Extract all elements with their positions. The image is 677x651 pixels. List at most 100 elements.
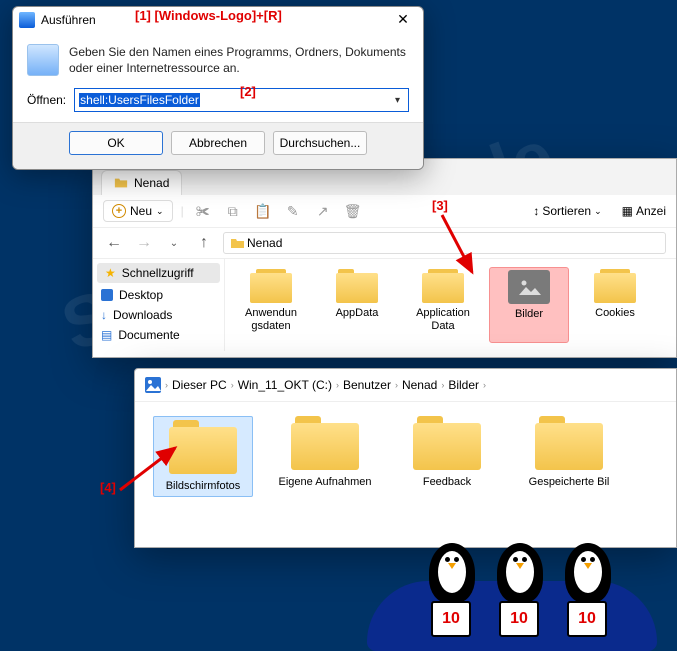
sort-button[interactable]: ↕ Sortieren ⌄	[533, 204, 601, 218]
folder-icon	[114, 176, 128, 190]
folder-item-cookies[interactable]: Cookies	[575, 267, 655, 343]
run-title-text: Ausführen	[41, 13, 96, 27]
up-button[interactable]: ↑	[193, 234, 215, 252]
chevron-right-icon: ›	[165, 380, 168, 390]
sidebar-item-label: Documente	[118, 328, 179, 342]
browse-button[interactable]: Durchsuchen...	[273, 131, 367, 155]
penguin-judges: 10 10 10	[423, 543, 617, 633]
folder-icon	[535, 416, 603, 470]
toolbar: + Neu ⌄ | ✀ ⧉ 📋 ✎ ↗ 🗑 ↕ Sortieren ⌄ ▦ An…	[93, 195, 676, 228]
file-label: Gespeicherte Bil	[519, 476, 619, 489]
forward-button[interactable]: →	[133, 234, 155, 252]
score-card: 10	[499, 601, 539, 637]
chevron-down-icon: ⌄	[594, 206, 602, 217]
chevron-right-icon: ›	[395, 380, 398, 390]
score-card: 10	[431, 601, 471, 637]
rename-icon[interactable]: ✎	[282, 200, 304, 222]
view-button[interactable]: ▦ Anzei	[622, 204, 666, 218]
pictures-icon	[145, 377, 161, 393]
sidebar-item-quick-access[interactable]: ★ Schnellzugriff	[97, 263, 220, 283]
view-label: Anzei	[636, 204, 666, 218]
plus-icon: +	[112, 204, 126, 218]
file-label: Feedback	[397, 476, 497, 489]
new-label: Neu	[130, 204, 152, 218]
chevron-right-icon: ›	[441, 380, 444, 390]
sidebar-item-label: Downloads	[113, 308, 172, 322]
run-app-icon	[27, 44, 59, 76]
desktop-icon	[101, 289, 113, 301]
crumb[interactable]: Dieser PC	[172, 378, 227, 392]
explorer-window-bilder: › Dieser PC › Win_11_OKT (C:) › Benutzer…	[134, 368, 677, 548]
tab-nenad[interactable]: Nenad	[101, 170, 182, 195]
folder-item-eigene-aufnahmen[interactable]: Eigene Aufnahmen	[275, 416, 375, 497]
new-button[interactable]: + Neu ⌄	[103, 200, 173, 222]
folder-item-feedback[interactable]: Feedback	[397, 416, 497, 497]
breadcrumb-bar[interactable]: › Dieser PC › Win_11_OKT (C:) › Benutzer…	[135, 369, 676, 402]
sidebar-item-documents[interactable]: ▤ Documente	[93, 325, 224, 345]
file-label: Application Data	[403, 307, 483, 332]
cut-icon[interactable]: ✀	[192, 200, 214, 222]
tab-label: Nenad	[134, 176, 169, 190]
file-label: Bilder	[490, 308, 568, 321]
file-grid: Bildschirmfotos Eigene Aufnahmen Feedbac…	[135, 402, 676, 511]
download-icon: ↓	[101, 308, 107, 322]
sort-label: Sortieren	[542, 204, 591, 218]
penguin-judge: 10	[559, 543, 617, 633]
cancel-button[interactable]: Abbrechen	[171, 131, 265, 155]
file-label: Cookies	[575, 307, 655, 320]
folder-icon	[230, 236, 244, 250]
penguin-judge: 10	[423, 543, 481, 633]
chevron-down-icon[interactable]: ⌄	[163, 238, 185, 249]
arrow-3	[410, 210, 490, 290]
run-description: Geben Sie den Namen eines Programms, Ord…	[69, 44, 409, 76]
crumb[interactable]: Nenad	[402, 378, 437, 392]
chevron-down-icon: ⌄	[156, 206, 164, 217]
folder-icon	[291, 416, 359, 470]
folder-item-gespeicherte[interactable]: Gespeicherte Bil	[519, 416, 619, 497]
annotation-1: [1] [Windows-Logo]+[R]	[135, 8, 282, 23]
share-icon[interactable]: ↗	[312, 200, 334, 222]
folder-icon	[336, 269, 378, 303]
score-card: 10	[567, 601, 607, 637]
annotation-4: [4]	[100, 480, 116, 495]
breadcrumb-text: Nenad	[247, 236, 282, 250]
sort-icon: ↕	[533, 204, 539, 218]
folder-item-appdata[interactable]: AppData	[317, 267, 397, 343]
folder-item-bilder[interactable]: Bilder	[489, 267, 569, 343]
penguin-judge: 10	[491, 543, 549, 633]
sidebar-item-label: Schnellzugriff	[122, 266, 194, 280]
chevron-right-icon: ›	[483, 380, 486, 390]
view-icon: ▦	[622, 204, 633, 218]
close-button[interactable]: ✕	[389, 11, 417, 28]
crumb[interactable]: Benutzer	[343, 378, 391, 392]
crumb[interactable]: Win_11_OKT (C:)	[238, 378, 332, 392]
copy-icon[interactable]: ⧉	[222, 200, 244, 222]
file-label: Eigene Aufnahmen	[275, 476, 375, 489]
star-icon: ★	[105, 266, 116, 280]
sidebar-item-downloads[interactable]: ↓ Downloads	[93, 305, 224, 325]
arrow-4	[115, 440, 205, 500]
nav-row: ← → ⌄ ↑ Nenad	[93, 228, 676, 259]
file-label: AppData	[317, 307, 397, 320]
folder-icon	[413, 416, 481, 470]
delete-icon[interactable]: 🗑	[342, 200, 364, 222]
explorer-window-nenad: Nenad + Neu ⌄ | ✀ ⧉ 📋 ✎ ↗ 🗑 ↕ Sortieren …	[92, 158, 677, 358]
sidebar-item-label: Desktop	[119, 288, 163, 302]
chevron-right-icon: ›	[336, 380, 339, 390]
sidebar-item-desktop[interactable]: Desktop	[93, 285, 224, 305]
annotation-3: [3]	[432, 198, 448, 213]
back-button[interactable]: ←	[103, 234, 125, 252]
paste-icon[interactable]: 📋	[252, 200, 274, 222]
file-label: Anwendun gsdaten	[231, 307, 311, 332]
sidebar: ★ Schnellzugriff Desktop ↓ Downloads ▤ D…	[93, 259, 225, 351]
run-dialog: Ausführen ✕ Geben Sie den Namen eines Pr…	[12, 6, 424, 170]
crumb[interactable]: Bilder	[448, 378, 479, 392]
open-input-value: shell:UsersFilesFolder	[79, 93, 200, 107]
chevron-down-icon[interactable]: ▾	[391, 95, 404, 106]
folder-item-anwendungsdaten[interactable]: Anwendun gsdaten	[231, 267, 311, 343]
chevron-right-icon: ›	[231, 380, 234, 390]
annotation-2: [2]	[240, 84, 256, 99]
ok-button[interactable]: OK	[69, 131, 163, 155]
folder-shortcut-icon	[594, 269, 636, 303]
run-icon	[19, 12, 35, 28]
